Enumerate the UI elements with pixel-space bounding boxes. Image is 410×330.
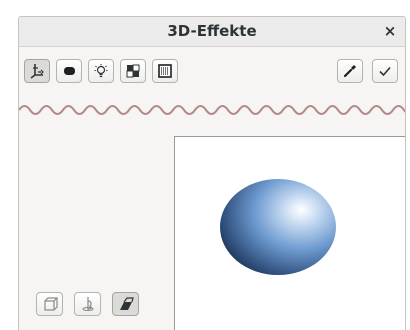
close-button[interactable]: × — [380, 21, 400, 41]
pick-object-button[interactable] — [337, 59, 363, 83]
sphere-preview — [220, 179, 336, 275]
sphere-shape — [220, 179, 336, 275]
checkmark-icon — [379, 66, 391, 77]
convert-to-3d-button[interactable] — [36, 292, 63, 316]
assign-button[interactable] — [372, 59, 398, 83]
perspective-icon — [119, 297, 134, 310]
wave-divider — [19, 105, 405, 115]
axes-icon — [30, 64, 44, 79]
tab-textures[interactable] — [120, 59, 146, 83]
perspective-button[interactable] — [112, 292, 139, 316]
pattern-icon — [158, 64, 172, 78]
checker-icon — [126, 64, 140, 78]
eyedropper-icon — [343, 65, 356, 78]
dialog-title: 3D-Effekte — [167, 22, 257, 40]
3d-effects-dialog: 3D-Effekte × — [18, 16, 406, 330]
tab-material[interactable] — [152, 59, 178, 83]
rounded-rect-icon — [64, 67, 75, 75]
light-bulb-icon — [94, 64, 108, 78]
convert-to-rotation-button[interactable] — [74, 292, 101, 316]
tab-geometry[interactable] — [24, 59, 50, 83]
convert-3d-icon — [43, 297, 58, 311]
rotation-object-icon — [82, 297, 93, 311]
tab-illumination[interactable] — [88, 59, 114, 83]
3d-preview — [174, 136, 405, 330]
tab-shading[interactable] — [56, 59, 82, 83]
title-bar: 3D-Effekte × — [19, 17, 405, 47]
